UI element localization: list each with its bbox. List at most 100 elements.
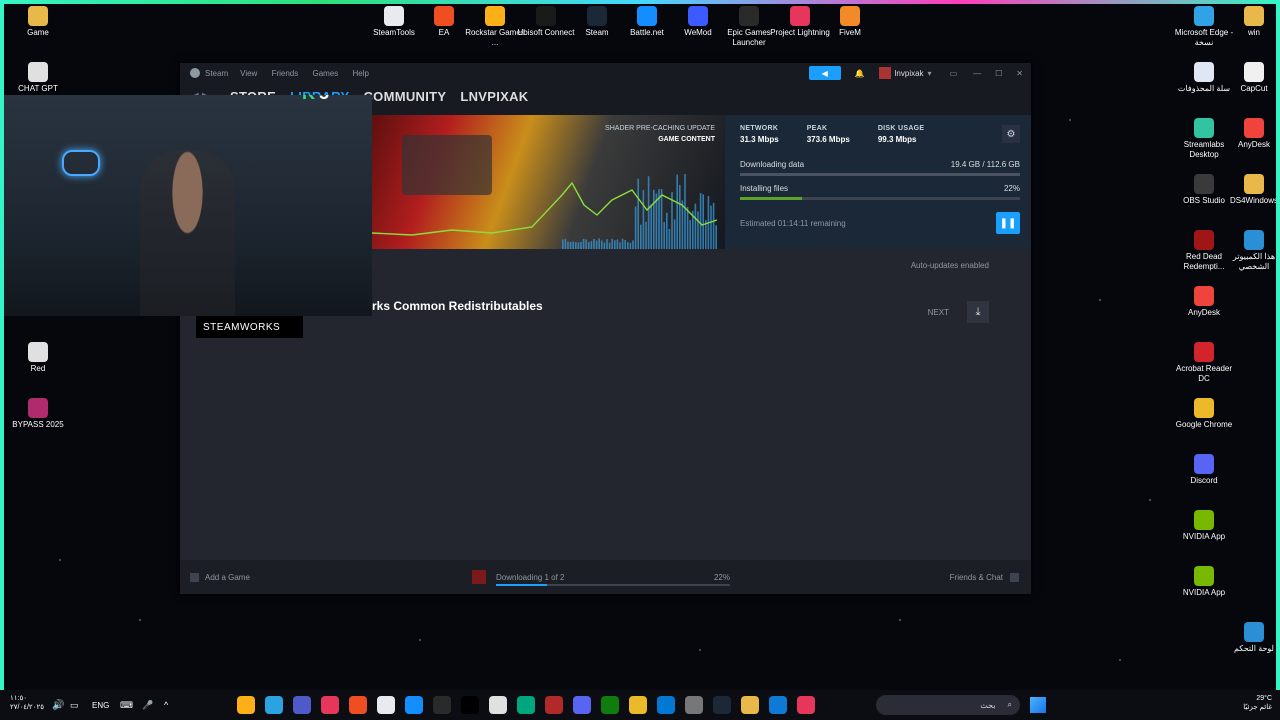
broadcast-button[interactable]: ◀ xyxy=(809,66,841,80)
add-game-button[interactable]: Add a Game xyxy=(205,573,250,582)
steamworks-badge: STEAMWORKS xyxy=(196,316,303,338)
taskbar-app-icon-4[interactable] xyxy=(349,696,367,714)
desktop-icon-left-0[interactable]: Game xyxy=(6,6,70,38)
auto-updates-label: Auto-updates enabled xyxy=(911,261,989,270)
steam-menu: View Friends Games Help xyxy=(240,69,381,78)
taskbar-app-icon-7[interactable] xyxy=(433,696,451,714)
taskbar-app-icon-3[interactable] xyxy=(321,696,339,714)
nav-community[interactable]: COMMUNITY xyxy=(363,89,446,104)
download-stats: NETWORK 31.3 Mbps PEAK 373.6 Mbps DISK U… xyxy=(740,125,1020,234)
friends-chat-button[interactable]: Friends & Chat xyxy=(950,573,1003,582)
app-icon xyxy=(1194,62,1214,82)
desktop-icon-right-9[interactable]: هذا الكمبيوتر الشخصي xyxy=(1222,230,1280,272)
taskbar-app-icon-0[interactable] xyxy=(237,696,255,714)
big-picture-icon[interactable]: ▭ xyxy=(950,69,958,78)
taskbar-app-icon-10[interactable] xyxy=(517,696,535,714)
desktop-icon-right-15[interactable]: NVIDIA App xyxy=(1172,566,1236,598)
icon-label: CHAT GPT xyxy=(6,84,70,94)
desktop-icon-right-3[interactable]: CapCut xyxy=(1222,62,1280,94)
steam-logo-icon xyxy=(190,68,200,78)
taskbar-app-icon-16[interactable] xyxy=(685,696,703,714)
app-icon xyxy=(1194,342,1214,362)
taskbar-app-icon-2[interactable] xyxy=(293,696,311,714)
friends-chat-icon[interactable] xyxy=(1010,573,1019,582)
nav-profile[interactable]: LNVPIXAK xyxy=(460,89,528,104)
desktop-icon-right-7[interactable]: DS4Windows xyxy=(1222,174,1280,206)
chevron-down-icon[interactable]: ▾ xyxy=(928,69,932,78)
pause-button[interactable]: ❚❚ xyxy=(996,212,1020,234)
volume-icon[interactable]: 🔊 xyxy=(52,700,64,711)
taskbar-app-icon-18[interactable] xyxy=(741,696,759,714)
icon-label: AnyDesk xyxy=(1172,308,1236,318)
microphone-icon[interactable]: 🎤 xyxy=(142,700,153,711)
taskbar-app-icon-8[interactable] xyxy=(461,696,479,714)
close-button[interactable]: ✕ xyxy=(1016,69,1023,78)
maximize-button[interactable]: ☐ xyxy=(995,69,1002,78)
desktop-icon-right-16[interactable]: لوحة التحكم xyxy=(1222,622,1280,654)
app-icon xyxy=(536,6,556,26)
steam-menu-steam[interactable]: Steam xyxy=(205,69,228,78)
minimize-button[interactable]: — xyxy=(973,69,981,78)
desktop-icon-right-11[interactable]: Acrobat Reader DC xyxy=(1172,342,1236,384)
notifications-bell-icon[interactable]: 🔔 xyxy=(855,69,865,78)
desktop-icon-left-3[interactable]: BYPASS 2025 xyxy=(6,398,70,430)
download-icon[interactable]: ⤓ xyxy=(967,301,989,323)
download-status[interactable]: Downloading 1 of 2 22% xyxy=(472,570,730,584)
icon-label: NVIDIA App xyxy=(1172,588,1236,598)
desktop-icon-right-10[interactable]: AnyDesk xyxy=(1172,286,1236,318)
taskbar-app-icon-11[interactable] xyxy=(545,696,563,714)
menu-friends[interactable]: Friends xyxy=(272,69,299,78)
chevron-up-icon[interactable]: ^ xyxy=(164,700,168,710)
menu-view[interactable]: View xyxy=(240,69,257,78)
desktop-icon-right-14[interactable]: NVIDIA App xyxy=(1172,510,1236,542)
icon-label: Red xyxy=(6,364,70,374)
taskbar-app-icon-13[interactable] xyxy=(601,696,619,714)
add-game-icon[interactable] xyxy=(190,573,199,582)
icon-label: NVIDIA App xyxy=(1172,532,1236,542)
desktop-icon-right-1[interactable]: win xyxy=(1222,6,1280,38)
downloading-row: Downloading data 19.4 GB / 112.6 GB xyxy=(740,160,1020,169)
keyboard-icon[interactable]: ⌨ xyxy=(120,700,133,711)
game-banner: SHADER PRE-CACHING UPDATE GAME CONTENT xyxy=(372,115,725,249)
app-icon xyxy=(1194,510,1214,530)
icon-label: AnyDesk xyxy=(1222,140,1280,150)
icon-label: Google Chrome xyxy=(1172,420,1236,430)
desktop-icon-right-5[interactable]: AnyDesk xyxy=(1222,118,1280,150)
app-icon xyxy=(28,6,48,26)
desktop-icon-top-9[interactable]: FiveM xyxy=(818,6,882,38)
user-avatar[interactable] xyxy=(879,67,891,79)
language-indicator[interactable]: ENG xyxy=(92,701,109,710)
start-button[interactable] xyxy=(1030,697,1046,713)
app-icon xyxy=(637,6,657,26)
taskbar-app-icon-12[interactable] xyxy=(573,696,591,714)
weather-widget[interactable]: 29°C غائم جزئيًا xyxy=(1243,694,1272,712)
app-icon xyxy=(1194,398,1214,418)
desktop-icon-left-2[interactable]: Red xyxy=(6,342,70,374)
taskbar-app-icon-14[interactable] xyxy=(629,696,647,714)
app-icon xyxy=(28,398,48,418)
taskbar-app-icon-15[interactable] xyxy=(657,696,675,714)
taskbar-app-icon-1[interactable] xyxy=(265,696,283,714)
menu-games[interactable]: Games xyxy=(312,69,338,78)
desktop-icon-right-13[interactable]: Discord xyxy=(1172,454,1236,486)
gear-icon[interactable]: ⚙ xyxy=(1002,125,1020,143)
account-name[interactable]: lnvpixak xyxy=(895,69,924,78)
app-icon xyxy=(28,342,48,362)
app-icon xyxy=(1244,174,1264,194)
app-icon xyxy=(1194,454,1214,474)
menu-help[interactable]: Help xyxy=(353,69,369,78)
search-box[interactable]: بحث ⌕ xyxy=(876,695,1020,715)
taskbar-app-icon-5[interactable] xyxy=(377,696,395,714)
taskbar-app-icon-20[interactable] xyxy=(797,696,815,714)
taskbar-app-icon-17[interactable] xyxy=(713,696,731,714)
taskbar-app-icon-6[interactable] xyxy=(405,696,423,714)
app-icon xyxy=(1194,6,1214,26)
app-icon xyxy=(1244,230,1264,250)
taskbar: ١١:٥٠ ٢٧/٠٤/٢٠٢٥ 🔊 ▭ ENG ⌨ 🎤 ^ بحث ⌕ 29°… xyxy=(0,690,1280,720)
download-bar xyxy=(740,173,1020,176)
desktop-icon-right-12[interactable]: Google Chrome xyxy=(1172,398,1236,430)
network-icon[interactable]: ▭ xyxy=(70,700,79,711)
desktop-icon-left-1[interactable]: CHAT GPT xyxy=(6,62,70,94)
taskbar-app-icon-19[interactable] xyxy=(769,696,787,714)
taskbar-app-icon-9[interactable] xyxy=(489,696,507,714)
